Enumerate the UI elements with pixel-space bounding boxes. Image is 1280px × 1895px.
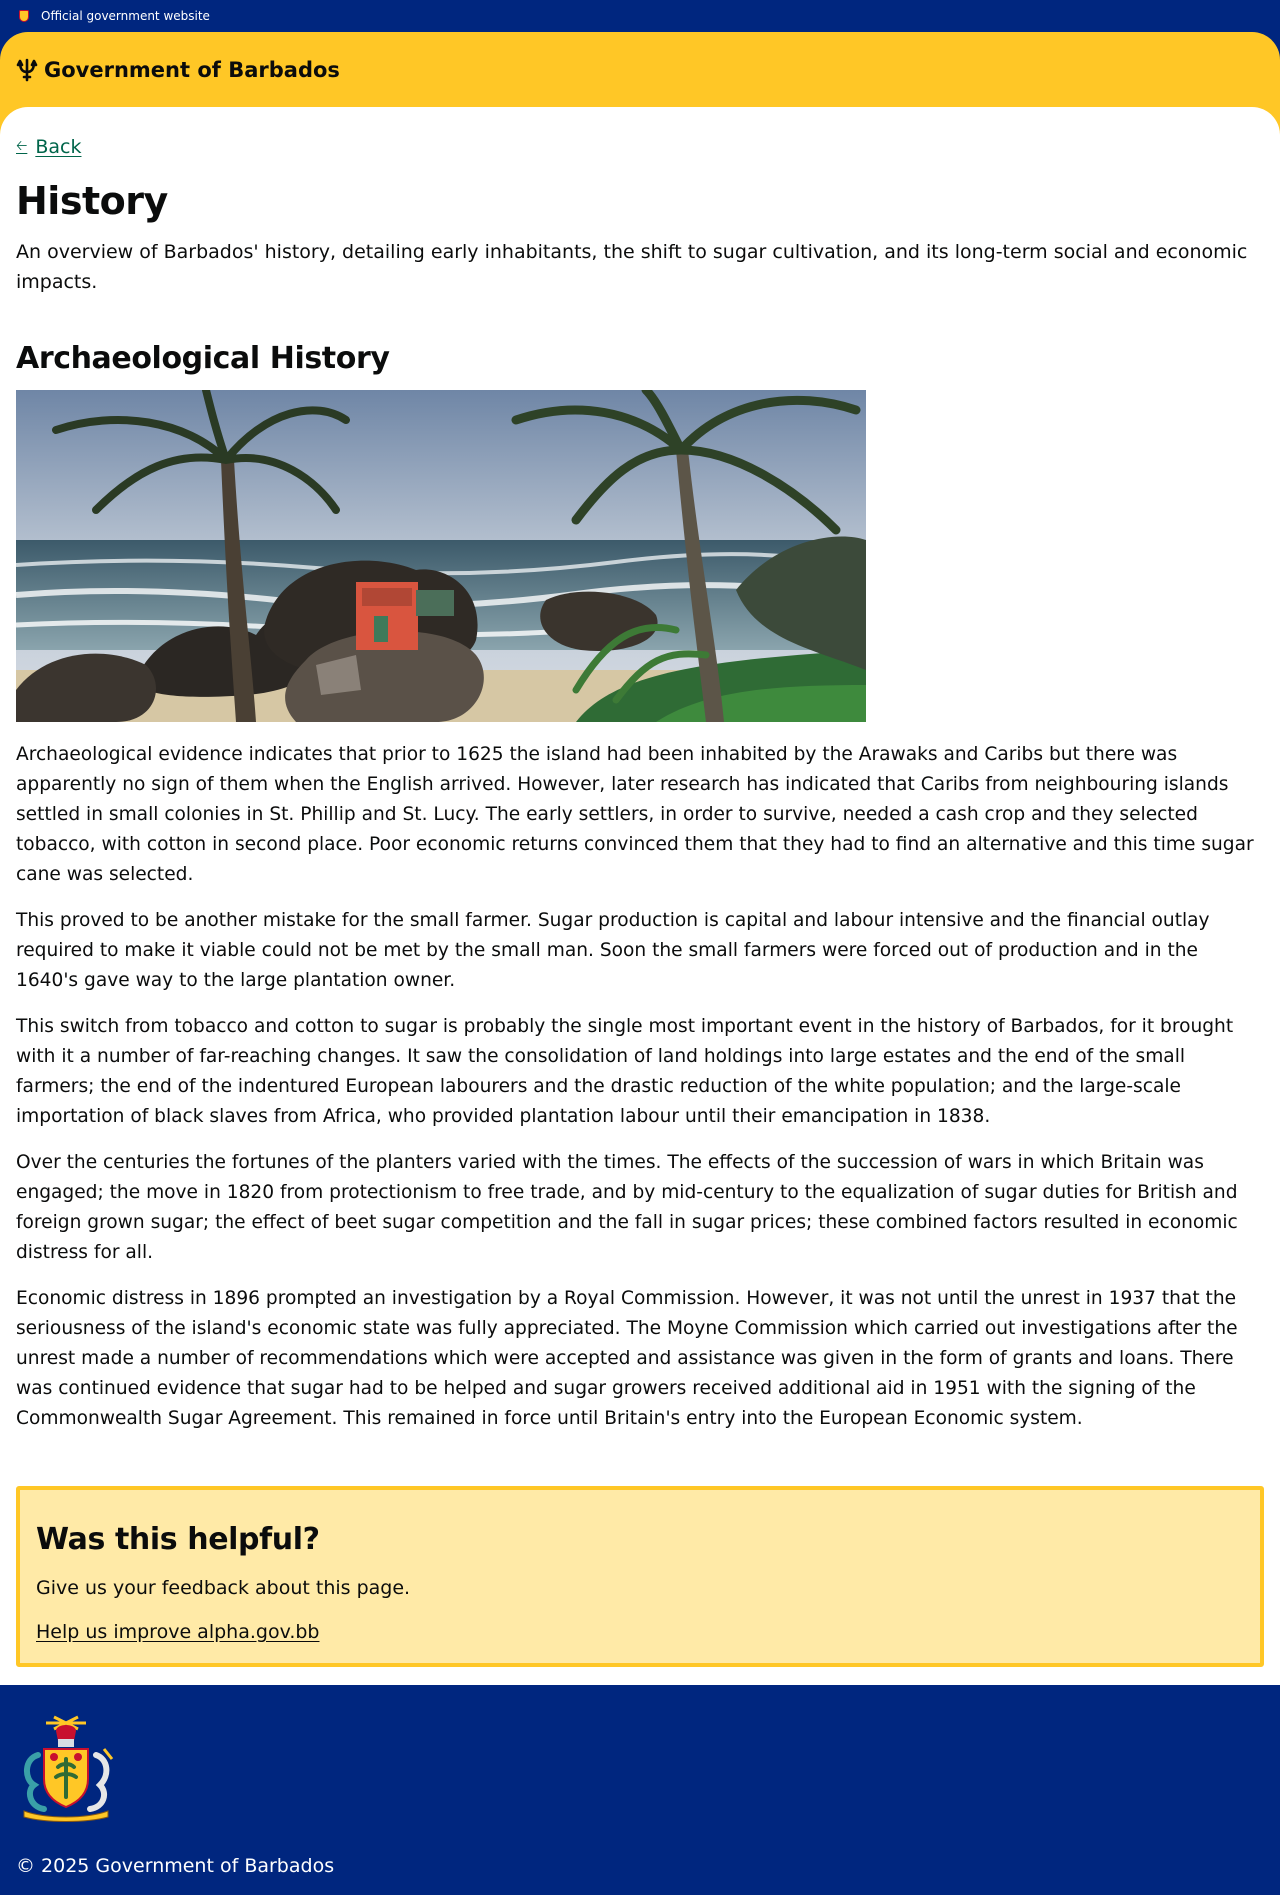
arrow-left-icon: 🡠 [16,138,28,154]
barbados-crest-icon [16,7,32,25]
hero-image [16,390,866,722]
site-title: Government of Barbados [44,57,340,82]
site-header: Government of Barbados [0,32,1280,107]
section-heading: Archaeological History [16,341,390,376]
page-lead: An overview of Barbados' history, detail… [16,241,1248,293]
back-link[interactable]: 🡠 Back [16,135,81,159]
barbados-coat-of-arms-icon [23,1715,114,1822]
back-link-label: Back [35,136,82,158]
article-paragraph: Archaeological evidence indicates that p… [16,744,1254,885]
official-banner: Official government website [0,0,1280,32]
article-paragraph: This proved to be another mistake for th… [16,910,1210,991]
article-paragraph: Over the centuries the fortunes of the p… [16,1152,1238,1263]
feedback-link[interactable]: Help us improve alpha.gov.bb [36,1621,320,1643]
article-body: Archaeological evidence indicates that p… [16,740,1264,1434]
trident-icon [16,58,38,81]
site-footer: © 2025 Government of Barbados [0,1685,1280,1895]
official-banner-label: Official government website [41,9,210,23]
feedback-text: Give us your feedback about this page. [36,1577,411,1599]
article-paragraph: This switch from tobacco and cotton to s… [16,1016,1234,1127]
home-link[interactable]: Government of Barbados [16,58,340,82]
article-paragraph: Economic distress in 1896 prompted an in… [16,1288,1238,1429]
page-title: History [16,179,168,223]
feedback-heading: Was this helpful? [36,1522,320,1557]
feedback-panel: Was this helpful? Give us your feedback … [16,1486,1264,1667]
footer-copyright: © 2025 Government of Barbados [16,1855,335,1877]
main-content: 🡠 Back History An overview of Barbados' … [0,107,1280,1677]
